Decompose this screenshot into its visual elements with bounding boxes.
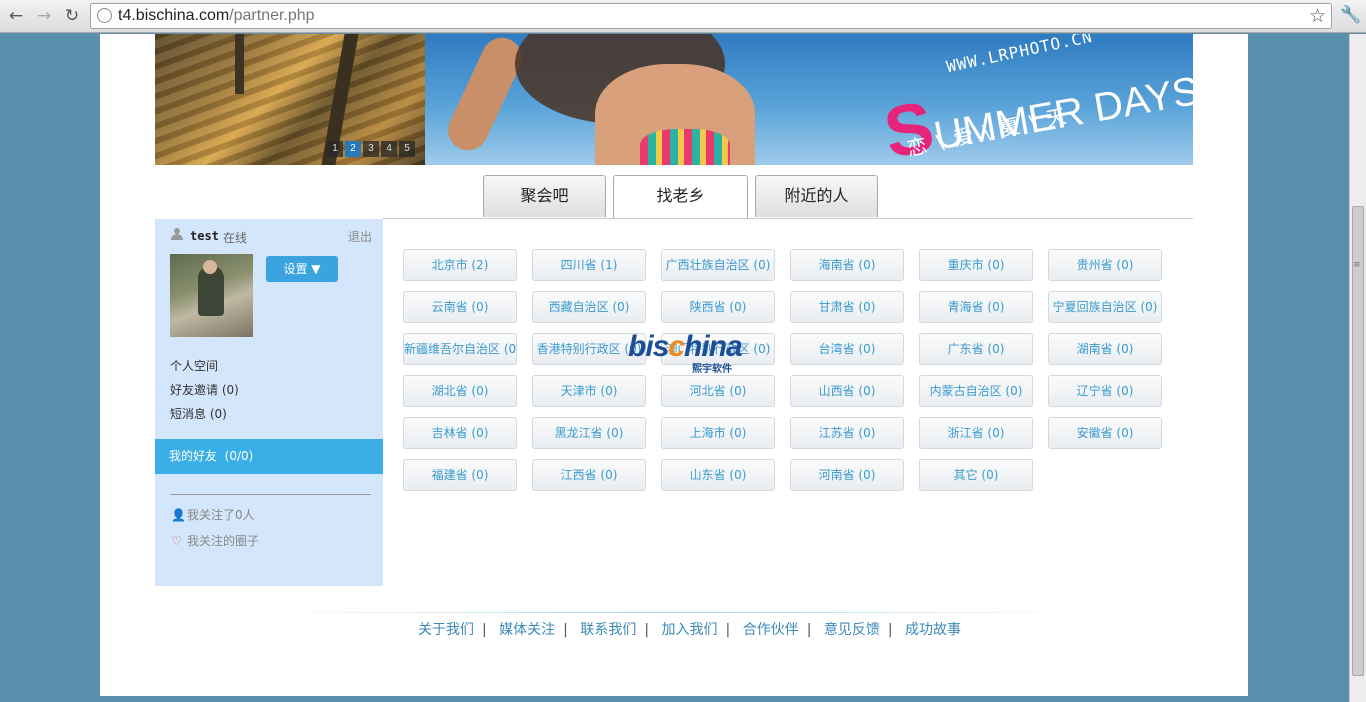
friend-invites-link[interactable]: 好友邀请 (0) <box>170 381 239 398</box>
footer-links: 关于我们 | 媒体关注 | 联系我们 | 加入我们 | 合作伙伴 | 意见反馈 | 成功故事 <box>418 622 962 638</box>
province-button[interactable]: 河北省 (0) <box>661 375 775 407</box>
province-button[interactable]: 内蒙古自治区 (0) <box>919 375 1033 407</box>
province-button[interactable]: 上海市 (0) <box>661 417 775 449</box>
bischina-watermark-logo: bischina 熙宇软件 <box>628 330 743 375</box>
tab-divider <box>383 218 1193 219</box>
vertical-scrollbar[interactable]: ≡ <box>1349 34 1366 702</box>
province-button[interactable]: 青海省 (0) <box>919 291 1033 323</box>
footer-link-contact[interactable]: 联系我们 <box>580 622 636 638</box>
footer-link-about[interactable]: 关于我们 <box>418 622 474 638</box>
following-people-link[interactable]: 👤我关注了0人 <box>171 506 255 523</box>
globe-icon <box>97 8 112 23</box>
footer-link-media[interactable]: 媒体关注 <box>499 622 555 638</box>
province-button[interactable]: 陕西省 (0) <box>661 291 775 323</box>
scrollbar-grip-icon: ≡ <box>1353 260 1361 270</box>
province-button[interactable]: 江西省 (0) <box>532 459 646 491</box>
province-button[interactable]: 吉林省 (0) <box>403 417 517 449</box>
province-button[interactable]: 其它 (0) <box>919 459 1033 491</box>
tab-hometown[interactable]: 找老乡 <box>613 175 748 218</box>
province-button[interactable]: 江苏省 (0) <box>790 417 904 449</box>
bookmark-star-icon[interactable]: ☆ <box>1309 5 1326 27</box>
tab-bar: 聚会吧 找老乡 附近的人 <box>483 175 878 218</box>
scrollbar-thumb[interactable] <box>1352 206 1364 676</box>
tab-nearby[interactable]: 附近的人 <box>755 175 878 217</box>
page-content: 1 2 3 4 5 WWW.LRPHOTO.CN SUMMER DAYS 恋 \… <box>100 34 1248 696</box>
province-button[interactable]: 四川省 (1) <box>532 249 646 281</box>
slide-dot[interactable]: 5 <box>399 141 415 157</box>
province-button[interactable]: 山东省 (0) <box>661 459 775 491</box>
province-button[interactable]: 台湾省 (0) <box>790 333 904 365</box>
province-button[interactable]: 北京市 (2) <box>403 249 517 281</box>
footer-divider <box>260 612 1090 613</box>
username[interactable]: test <box>190 229 219 243</box>
province-button[interactable]: 湖南省 (0) <box>1048 333 1162 365</box>
banner-image[interactable]: WWW.LRPHOTO.CN SUMMER DAYS 恋 \ 爱 \ 夏 \ 天 <box>425 34 1193 165</box>
province-button[interactable]: 湖北省 (0) <box>403 375 517 407</box>
province-button[interactable]: 福建省 (0) <box>403 459 517 491</box>
slide-dot-active[interactable]: 2 <box>345 141 361 157</box>
personal-space-link[interactable]: 个人空间 <box>170 357 218 374</box>
footer-link-partners[interactable]: 合作伙伴 <box>743 622 799 638</box>
url-text[interactable]: t4.bischina.com/partner.php <box>118 7 315 25</box>
address-bar[interactable]: t4.bischina.com/partner.php ☆ <box>90 3 1332 29</box>
back-icon[interactable]: ← <box>5 5 27 27</box>
online-status: 在线 <box>223 231 248 245</box>
footer-link-stories[interactable]: 成功故事 <box>905 622 961 638</box>
following-circles-link[interactable]: ♡ 我关注的圈子 <box>171 532 259 549</box>
sidebar-divider <box>170 494 371 495</box>
wrench-icon[interactable]: 🔧 <box>1340 5 1361 25</box>
my-friends-item[interactable]: 我的好友 (0/0) <box>155 439 383 474</box>
province-button[interactable]: 重庆市 (0) <box>919 249 1033 281</box>
province-button[interactable]: 广东省 (0) <box>919 333 1033 365</box>
province-button[interactable]: 新疆维吾尔自治区 (0) <box>403 333 517 365</box>
user-sidebar: test 在线 退出 设置 ▼ 个人空间 好友邀请 (0) 短消息 (0) 我的… <box>155 219 383 586</box>
messages-link[interactable]: 短消息 (0) <box>170 405 227 422</box>
province-button[interactable]: 贵州省 (0) <box>1048 249 1162 281</box>
province-button[interactable]: 黑龙江省 (0) <box>532 417 646 449</box>
tab-gathering[interactable]: 聚会吧 <box>483 175 606 217</box>
province-button[interactable]: 广西壮族自治区 (0) <box>661 249 775 281</box>
province-button[interactable]: 安徽省 (0) <box>1048 417 1162 449</box>
logout-link[interactable]: 退出 <box>348 228 372 245</box>
province-button[interactable]: 浙江省 (0) <box>919 417 1033 449</box>
province-button[interactable]: 云南省 (0) <box>403 291 517 323</box>
banner-slideshow: 1 2 3 4 5 WWW.LRPHOTO.CN SUMMER DAYS 恋 \… <box>155 34 1193 165</box>
heart-icon: ♡ <box>171 534 182 548</box>
browser-toolbar: ← → ↻ t4.bischina.com/partner.php ☆ 🔧 <box>0 0 1366 33</box>
province-button[interactable]: 辽宁省 (0) <box>1048 375 1162 407</box>
banner-thumbnail: 1 2 3 4 5 <box>155 34 425 165</box>
reload-icon[interactable]: ↻ <box>61 5 83 27</box>
user-icon <box>171 228 183 240</box>
footer-link-join[interactable]: 加入我们 <box>662 622 718 638</box>
avatar[interactable] <box>170 254 253 337</box>
province-button[interactable]: 天津市 (0) <box>532 375 646 407</box>
settings-dropdown-button[interactable]: 设置 ▼ <box>266 256 338 282</box>
province-button[interactable]: 山西省 (0) <box>790 375 904 407</box>
person-icon: 👤 <box>171 508 186 522</box>
forward-icon[interactable]: → <box>33 5 55 27</box>
province-button[interactable]: 河南省 (0) <box>790 459 904 491</box>
slide-dot[interactable]: 4 <box>381 141 397 157</box>
footer-link-feedback[interactable]: 意见反馈 <box>824 622 880 638</box>
province-button[interactable]: 西藏自治区 (0) <box>532 291 646 323</box>
province-button[interactable]: 甘肃省 (0) <box>790 291 904 323</box>
slide-indicator: 1 2 3 4 5 <box>327 141 415 157</box>
slide-dot[interactable]: 3 <box>363 141 379 157</box>
province-button[interactable]: 海南省 (0) <box>790 249 904 281</box>
slide-dot[interactable]: 1 <box>327 141 343 157</box>
province-button[interactable]: 宁夏回族自治区 (0) <box>1048 291 1162 323</box>
